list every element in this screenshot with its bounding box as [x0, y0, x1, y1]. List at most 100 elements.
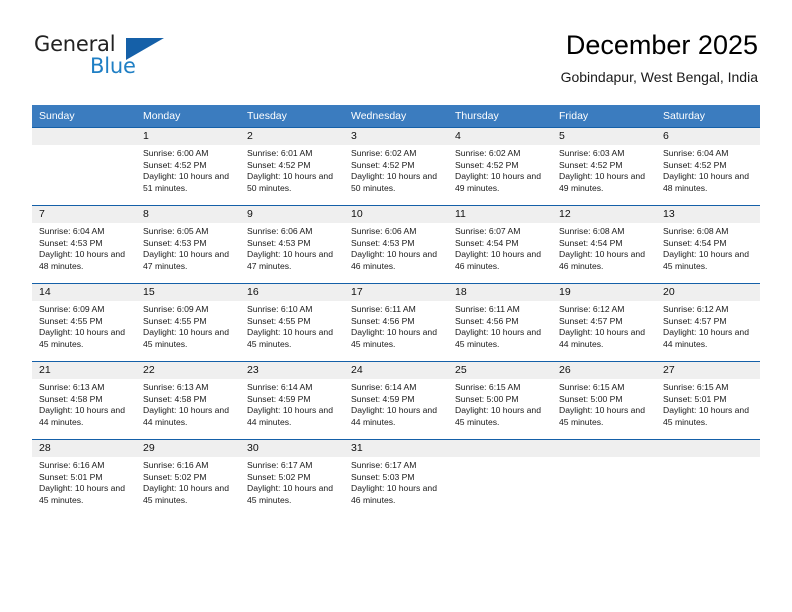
sunset-text: Sunset: 5:02 PM: [143, 471, 207, 482]
calendar-page: General Blue December 2025 Gobindapur, W…: [0, 0, 792, 612]
day-cell[interactable]: 13 Sunrise: 6:08 AM Sunset: 4:54 PM Dayligh…: [656, 205, 760, 283]
day-cell[interactable]: 4 Sunrise: 6:02 AM Sunset: 4:52 PM Daylight…: [448, 127, 552, 205]
day-events: Sunrise: 6:14 AM Sunset: 4:59 PM Daylight:…: [344, 379, 448, 428]
day-cell[interactable]: 17 Sunrise: 6:11 AM Sunset: 4:56 PM Dayligh…: [344, 283, 448, 361]
day-number: 13: [656, 206, 760, 223]
day-number: 16: [240, 284, 344, 301]
day-cell[interactable]: 20 Sunrise: 6:12 AM Sunset: 4:57 PM Dayligh…: [656, 283, 760, 361]
day-events: Sunrise: 6:11 AM Sunset: 4:56 PM Daylight:…: [344, 301, 448, 350]
weekday-header-thursday: Thursday: [448, 105, 552, 127]
day-cell-empty: [656, 439, 760, 517]
general-blue-logo[interactable]: General Blue: [34, 32, 214, 88]
day-events: Sunrise: 6:05 AM Sunset: 4:53 PM Daylight:…: [136, 223, 240, 272]
calendar-cell: 7 Sunrise: 6:04 AM Sunset: 4:53 PM Daylight…: [32, 205, 136, 283]
day-cell[interactable]: 30 Sunrise: 6:17 AM Sunset: 5:02 PM Dayligh…: [240, 439, 344, 517]
calendar-cell: 19 Sunrise: 6:12 AM Sunset: 4:57 PM Dayligh…: [552, 283, 656, 361]
daylight-text: Daylight: 10 hours and 50 minutes.: [247, 171, 333, 193]
daylight-text: Daylight: 10 hours and 45 minutes.: [143, 327, 229, 349]
day-events: Sunrise: 6:14 AM Sunset: 4:59 PM Daylight:…: [240, 379, 344, 428]
day-events: Sunrise: 6:17 AM Sunset: 5:03 PM Daylight:…: [344, 457, 448, 506]
calendar-cell: 30 Sunrise: 6:17 AM Sunset: 5:02 PM Dayligh…: [240, 439, 344, 517]
sunset-text: Sunset: 4:55 PM: [143, 315, 207, 326]
day-cell[interactable]: 19 Sunrise: 6:12 AM Sunset: 4:57 PM Dayligh…: [552, 283, 656, 361]
calendar-cell: 16 Sunrise: 6:10 AM Sunset: 4:55 PM Dayligh…: [240, 283, 344, 361]
calendar-cell: 8 Sunrise: 6:05 AM Sunset: 4:53 PM Daylight…: [136, 205, 240, 283]
day-cell-empty: [32, 127, 136, 205]
calendar-cell: 21 Sunrise: 6:13 AM Sunset: 4:58 PM Dayligh…: [32, 361, 136, 439]
day-events: Sunrise: 6:06 AM Sunset: 4:53 PM Daylight:…: [344, 223, 448, 272]
day-number: 26: [552, 362, 656, 379]
calendar-cell: 27 Sunrise: 6:15 AM Sunset: 5:01 PM Dayligh…: [656, 361, 760, 439]
day-number: 2: [240, 128, 344, 145]
day-cell[interactable]: 24 Sunrise: 6:14 AM Sunset: 4:59 PM Dayligh…: [344, 361, 448, 439]
day-events: Sunrise: 6:15 AM Sunset: 5:00 PM Daylight:…: [552, 379, 656, 428]
sunrise-text: Sunrise: 6:12 AM: [559, 304, 625, 314]
sunrise-text: Sunrise: 6:15 AM: [663, 382, 729, 392]
day-number: 18: [448, 284, 552, 301]
day-events: Sunrise: 6:17 AM Sunset: 5:02 PM Daylight:…: [240, 457, 344, 506]
calendar-cell: [32, 127, 136, 205]
sunrise-text: Sunrise: 6:16 AM: [143, 460, 209, 470]
sunset-text: Sunset: 5:03 PM: [351, 471, 415, 482]
day-cell[interactable]: 18 Sunrise: 6:11 AM Sunset: 4:56 PM Dayligh…: [448, 283, 552, 361]
calendar-cell: 2 Sunrise: 6:01 AM Sunset: 4:52 PM Daylight…: [240, 127, 344, 205]
day-number: 28: [32, 440, 136, 457]
calendar-header-row: Sunday Monday Tuesday Wednesday Thursday…: [32, 105, 760, 127]
sunrise-text: Sunrise: 6:13 AM: [143, 382, 209, 392]
sunrise-text: Sunrise: 6:03 AM: [559, 148, 625, 158]
day-number: 4: [448, 128, 552, 145]
day-cell[interactable]: 22 Sunrise: 6:13 AM Sunset: 4:58 PM Dayligh…: [136, 361, 240, 439]
day-cell[interactable]: 14 Sunrise: 6:09 AM Sunset: 4:55 PM Dayligh…: [32, 283, 136, 361]
sunset-text: Sunset: 4:58 PM: [39, 393, 103, 404]
day-events: Sunrise: 6:15 AM Sunset: 5:00 PM Daylight:…: [448, 379, 552, 428]
day-cell[interactable]: 2 Sunrise: 6:01 AM Sunset: 4:52 PM Daylight…: [240, 127, 344, 205]
sunrise-text: Sunrise: 6:17 AM: [247, 460, 313, 470]
day-events: Sunrise: 6:04 AM Sunset: 4:53 PM Daylight:…: [32, 223, 136, 272]
day-cell[interactable]: 3 Sunrise: 6:02 AM Sunset: 4:52 PM Daylight…: [344, 127, 448, 205]
calendar-cell: 14 Sunrise: 6:09 AM Sunset: 4:55 PM Dayligh…: [32, 283, 136, 361]
daylight-text: Daylight: 10 hours and 46 minutes.: [351, 249, 437, 271]
day-cell[interactable]: 7 Sunrise: 6:04 AM Sunset: 4:53 PM Daylight…: [32, 205, 136, 283]
sunset-text: Sunset: 4:52 PM: [247, 159, 311, 170]
day-cell[interactable]: 10 Sunrise: 6:06 AM Sunset: 4:53 PM Dayligh…: [344, 205, 448, 283]
sunrise-text: Sunrise: 6:10 AM: [247, 304, 313, 314]
day-cell[interactable]: 1 Sunrise: 6:00 AM Sunset: 4:52 PM Daylight…: [136, 127, 240, 205]
day-cell[interactable]: 21 Sunrise: 6:13 AM Sunset: 4:58 PM Dayligh…: [32, 361, 136, 439]
daylight-text: Daylight: 10 hours and 47 minutes.: [247, 249, 333, 271]
daylight-text: Daylight: 10 hours and 46 minutes.: [351, 483, 437, 505]
calendar-cell: 9 Sunrise: 6:06 AM Sunset: 4:53 PM Daylight…: [240, 205, 344, 283]
day-cell[interactable]: 15 Sunrise: 6:09 AM Sunset: 4:55 PM Dayligh…: [136, 283, 240, 361]
daylight-text: Daylight: 10 hours and 45 minutes.: [39, 483, 125, 505]
day-cell[interactable]: 27 Sunrise: 6:15 AM Sunset: 5:01 PM Dayligh…: [656, 361, 760, 439]
day-cell[interactable]: 31 Sunrise: 6:17 AM Sunset: 5:03 PM Dayligh…: [344, 439, 448, 517]
day-events: Sunrise: 6:07 AM Sunset: 4:54 PM Daylight:…: [448, 223, 552, 272]
day-number: 11: [448, 206, 552, 223]
sunset-text: Sunset: 4:53 PM: [247, 237, 311, 248]
day-cell[interactable]: 8 Sunrise: 6:05 AM Sunset: 4:53 PM Daylight…: [136, 205, 240, 283]
sunrise-text: Sunrise: 6:11 AM: [351, 304, 416, 314]
day-cell[interactable]: 12 Sunrise: 6:08 AM Sunset: 4:54 PM Dayligh…: [552, 205, 656, 283]
day-cell[interactable]: 11 Sunrise: 6:07 AM Sunset: 4:54 PM Dayligh…: [448, 205, 552, 283]
day-cell[interactable]: 6 Sunrise: 6:04 AM Sunset: 4:52 PM Daylight…: [656, 127, 760, 205]
sunset-text: Sunset: 4:58 PM: [143, 393, 207, 404]
day-cell[interactable]: 26 Sunrise: 6:15 AM Sunset: 5:00 PM Dayligh…: [552, 361, 656, 439]
sunset-text: Sunset: 4:54 PM: [663, 237, 727, 248]
daylight-text: Daylight: 10 hours and 51 minutes.: [143, 171, 229, 193]
sunset-text: Sunset: 4:55 PM: [39, 315, 103, 326]
calendar-cell: 13 Sunrise: 6:08 AM Sunset: 4:54 PM Dayligh…: [656, 205, 760, 283]
day-cell[interactable]: 23 Sunrise: 6:14 AM Sunset: 4:59 PM Dayligh…: [240, 361, 344, 439]
day-cell[interactable]: 25 Sunrise: 6:15 AM Sunset: 5:00 PM Dayligh…: [448, 361, 552, 439]
daylight-text: Daylight: 10 hours and 47 minutes.: [143, 249, 229, 271]
day-cell[interactable]: 28 Sunrise: 6:16 AM Sunset: 5:01 PM Dayligh…: [32, 439, 136, 517]
calendar-cell: 3 Sunrise: 6:02 AM Sunset: 4:52 PM Daylight…: [344, 127, 448, 205]
logo-text-blue: Blue: [90, 54, 136, 78]
day-number: [32, 128, 136, 145]
day-cell[interactable]: 29 Sunrise: 6:16 AM Sunset: 5:02 PM Dayligh…: [136, 439, 240, 517]
sunset-text: Sunset: 4:59 PM: [351, 393, 415, 404]
calendar-cell: 20 Sunrise: 6:12 AM Sunset: 4:57 PM Dayligh…: [656, 283, 760, 361]
day-cell[interactable]: 16 Sunrise: 6:10 AM Sunset: 4:55 PM Dayligh…: [240, 283, 344, 361]
calendar-cell: 23 Sunrise: 6:14 AM Sunset: 4:59 PM Dayligh…: [240, 361, 344, 439]
calendar-week-row: 7 Sunrise: 6:04 AM Sunset: 4:53 PM Daylight…: [32, 205, 760, 283]
day-cell[interactable]: 9 Sunrise: 6:06 AM Sunset: 4:53 PM Daylight…: [240, 205, 344, 283]
day-cell[interactable]: 5 Sunrise: 6:03 AM Sunset: 4:52 PM Daylight…: [552, 127, 656, 205]
